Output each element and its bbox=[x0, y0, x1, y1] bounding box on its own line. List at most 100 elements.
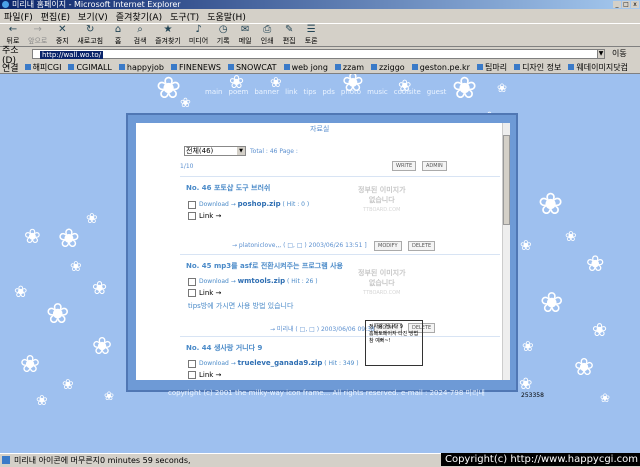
toolbar-button-7[interactable]: ♪ 미디어 bbox=[189, 24, 208, 46]
toolbar-label: 홈 bbox=[114, 37, 122, 45]
post-title[interactable]: No. 44 생사랑 거니다 9 bbox=[186, 343, 262, 353]
menu-help[interactable]: 도움말(H) bbox=[207, 10, 246, 23]
link-label[interactable]: Link → bbox=[199, 289, 221, 297]
toolbar-button-8[interactable]: ◷ 기록 bbox=[216, 24, 230, 46]
nav-item-main[interactable]: main bbox=[205, 88, 223, 96]
board-heading: 자료실 bbox=[310, 125, 330, 133]
link-item-6[interactable]: zzam bbox=[334, 63, 364, 72]
link-item-10[interactable]: 디자인 정보 bbox=[514, 62, 561, 73]
site-copyright: copyright (c) 2001 the milky-way icon fr… bbox=[168, 389, 485, 397]
link-item-1[interactable]: CGIMALL bbox=[68, 63, 112, 72]
link-icon bbox=[476, 64, 483, 70]
chevron-down-icon[interactable]: ▼ bbox=[237, 147, 245, 155]
thumbnail-text: 참 예뻐~! bbox=[369, 338, 391, 344]
nav-item-poem[interactable]: poem bbox=[229, 88, 249, 96]
admin-button[interactable]: ADMIN bbox=[422, 161, 447, 171]
nav-item-tips[interactable]: tips bbox=[304, 88, 317, 96]
go-button[interactable]: 이동 bbox=[612, 48, 627, 59]
nav-item-photo[interactable]: photo bbox=[341, 88, 361, 96]
toolbar-icon: ✕ bbox=[58, 24, 67, 35]
download-label: Download → bbox=[199, 201, 238, 208]
link-item-8[interactable]: geston.pe.kr bbox=[411, 63, 470, 72]
write-button[interactable]: WRITE bbox=[392, 161, 417, 171]
link-item-2[interactable]: happyjob bbox=[118, 63, 164, 72]
maximize-button[interactable]: □ bbox=[622, 1, 630, 8]
toolbar-button-3[interactable]: ↻ 새로고침 bbox=[77, 24, 103, 46]
download-link[interactable]: wmtools.zip bbox=[238, 277, 285, 285]
board-scrollbar[interactable] bbox=[502, 123, 510, 380]
link-item-label: 디자인 정보 bbox=[522, 62, 562, 72]
address-dropdown-button[interactable]: ▼ bbox=[597, 49, 605, 59]
menu-view[interactable]: 보기(V) bbox=[78, 10, 108, 23]
nav-item-link[interactable]: link bbox=[285, 88, 297, 96]
snowflake-icon: ❀ bbox=[522, 339, 534, 355]
snowflake-icon: ❀ bbox=[62, 377, 74, 393]
nav-item-guest[interactable]: guest bbox=[427, 88, 447, 96]
category-select[interactable]: 전체(46) ▼ bbox=[184, 146, 246, 156]
menu-favorites[interactable]: 즐겨찾기(A) bbox=[116, 10, 162, 23]
modify-button[interactable]: MODIFY bbox=[374, 241, 402, 251]
toolbar-label: 메일 bbox=[238, 37, 252, 45]
menu-file[interactable]: 파일(F) bbox=[4, 10, 33, 23]
minimize-button[interactable]: _ bbox=[613, 1, 621, 8]
nav-item-music[interactable]: music bbox=[367, 88, 388, 96]
link-item-11[interactable]: 웨데이미지닷컴 bbox=[568, 62, 628, 73]
post-number: No. 44 bbox=[186, 344, 212, 352]
toolbar-button-5[interactable]: ⌕ 검색 bbox=[133, 24, 147, 46]
toolbar-label: 검색 bbox=[133, 37, 147, 45]
download-link[interactable]: poshop.zip bbox=[238, 200, 281, 208]
file-icon bbox=[188, 277, 196, 286]
link-item-3[interactable]: FINENEWS bbox=[170, 63, 221, 72]
row-divider bbox=[180, 336, 500, 337]
post-title[interactable]: No. 45 mp3를 asf로 전환시켜주는 프로그램 사용 bbox=[186, 261, 343, 271]
toolbar-label: 기록 bbox=[216, 37, 230, 45]
ie-icon bbox=[2, 1, 9, 8]
post-subject[interactable]: 포토샵 도구 브러쉬 bbox=[214, 184, 270, 192]
post-thumbnail[interactable]: 정사랑 거니다 9 홈페토페이지 다진 방법 참 예뻐~! bbox=[365, 320, 423, 366]
post-title[interactable]: No. 46 포토샵 도구 브러쉬 bbox=[186, 183, 270, 193]
close-button[interactable]: x bbox=[631, 1, 639, 8]
download-row: Download → wmtools.zip ( Hit : 26 ) bbox=[188, 277, 318, 286]
page-icon bbox=[2, 456, 10, 464]
toolbar-button-2[interactable]: ✕ 중지 bbox=[55, 24, 69, 46]
post-subject[interactable]: mp3를 asf로 전환시켜주는 프로그램 사용 bbox=[214, 262, 343, 270]
post-subject[interactable]: 생사랑 거니다 9 bbox=[214, 344, 262, 352]
toolbar-button-6[interactable]: ★ 즐겨찾기 bbox=[155, 24, 181, 46]
nav-item-pds[interactable]: pds bbox=[322, 88, 335, 96]
delete-button[interactable]: DELETE bbox=[408, 241, 436, 251]
nav-item-banner[interactable]: banner bbox=[254, 88, 279, 96]
toolbar-button-4[interactable]: ⌂ 홈 bbox=[111, 24, 125, 46]
menu-edit[interactable]: 편집(E) bbox=[41, 10, 70, 23]
toolbar-button-12[interactable]: ☰ 토론 bbox=[304, 24, 318, 46]
link-item-9[interactable]: 팁마리 bbox=[476, 62, 508, 73]
download-link[interactable]: trueleve_ganada9.zip bbox=[238, 359, 323, 367]
address-input[interactable]: http://wall.wo.to/ bbox=[32, 49, 604, 59]
toolbar-button-1[interactable]: → 앞으로 bbox=[28, 24, 47, 46]
link-icon bbox=[227, 64, 234, 70]
snowflake-icon: ❀ bbox=[540, 286, 564, 319]
address-url[interactable]: http://wall.wo.to/ bbox=[40, 51, 104, 59]
menu-tools[interactable]: 도구(T) bbox=[170, 10, 199, 23]
link-item-label: 팁마리 bbox=[484, 62, 508, 72]
row-divider bbox=[180, 176, 500, 177]
link-item-7[interactable]: zziggo bbox=[371, 63, 405, 72]
link-icon bbox=[118, 64, 125, 70]
link-label[interactable]: Link → bbox=[199, 371, 221, 379]
snowflake-icon: ❀ bbox=[92, 278, 108, 299]
link-item-0[interactable]: 해피CGI bbox=[24, 62, 61, 73]
toolbar-button-9[interactable]: ✉ 메일 bbox=[238, 24, 252, 46]
scrollbar-thumb[interactable] bbox=[503, 135, 510, 225]
toolbar-icon: ✉ bbox=[240, 24, 250, 35]
link-icon bbox=[188, 212, 196, 220]
link-icon bbox=[24, 64, 31, 70]
link-label[interactable]: Link → bbox=[199, 212, 221, 220]
snowflake-icon: ❀ bbox=[92, 332, 113, 360]
no-image-text: 정부된 이미지가 bbox=[358, 186, 406, 194]
toolbar-button-11[interactable]: ✎ 편집 bbox=[282, 24, 296, 46]
link-item-4[interactable]: SNOWCAT bbox=[227, 63, 277, 72]
link-item-5[interactable]: web jong bbox=[283, 63, 328, 72]
toolbar-button-10[interactable]: ⎙ 인쇄 bbox=[260, 24, 274, 46]
toolbar-icon: ⎙ bbox=[263, 24, 272, 35]
nav-item-coolsite[interactable]: coolsite bbox=[394, 88, 421, 96]
snowflake-icon: ❀ bbox=[586, 252, 605, 277]
